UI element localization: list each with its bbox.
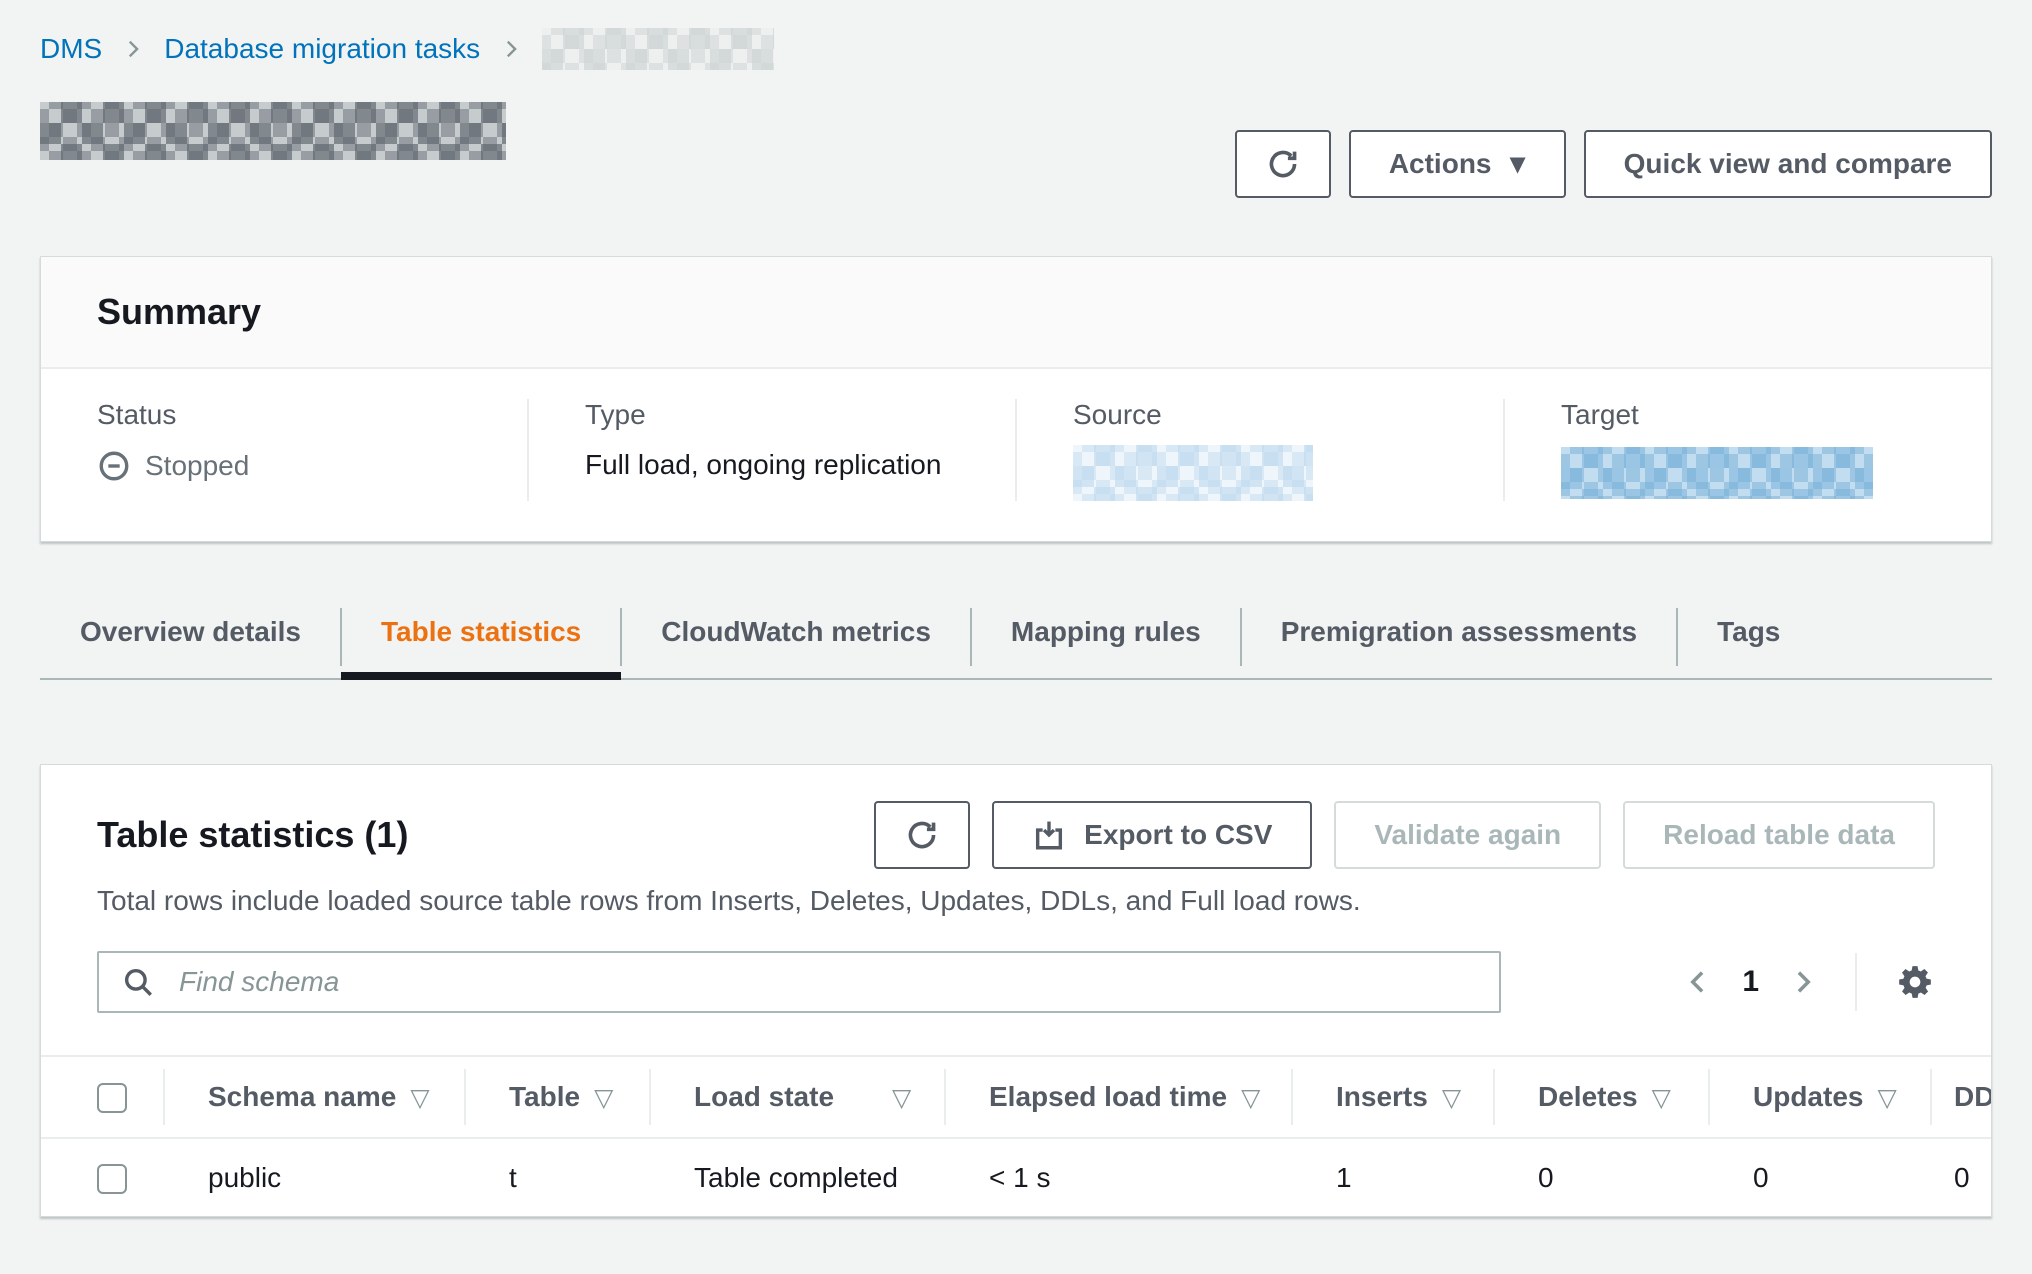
table-statistics-description: Total rows include loaded source table r… xyxy=(41,885,1991,917)
sort-icon: ▽ xyxy=(1877,1083,1896,1112)
table-statistics-table: Schema name▽ Table▽ Load state▽ Elapsed … xyxy=(41,1055,1991,1216)
schema-search xyxy=(97,951,1501,1013)
tab-cloudwatch-metrics[interactable]: CloudWatch metrics xyxy=(621,602,971,678)
tab-premigration-assessments[interactable]: Premigration assessments xyxy=(1241,602,1677,678)
refresh-icon xyxy=(903,816,941,854)
pager-divider xyxy=(1855,953,1857,1011)
breadcrumb: DMS Database migration tasks xyxy=(40,28,1992,70)
table-statistics-title: Table statistics (1) xyxy=(97,814,408,856)
table-header-row: Schema name▽ Table▽ Load state▽ Elapsed … xyxy=(41,1056,1992,1138)
refresh-button[interactable] xyxy=(1235,130,1331,198)
cell-deletes: 0 xyxy=(1493,1138,1708,1216)
summary-grid: Status Stopped Type Full load, ongoing r… xyxy=(41,369,1991,541)
row-select-cell xyxy=(41,1138,163,1216)
source-label: Source xyxy=(1073,399,1473,431)
sort-icon: ▽ xyxy=(410,1083,429,1112)
row-checkbox[interactable] xyxy=(97,1164,127,1194)
breadcrumb-current-redacted xyxy=(542,28,774,70)
reload-table-data-button[interactable]: Reload table data xyxy=(1623,801,1935,869)
type-value: Full load, ongoing replication xyxy=(585,449,941,481)
preferences-gear-button[interactable] xyxy=(1895,962,1935,1002)
reload-table-data-label: Reload table data xyxy=(1663,819,1895,851)
sort-icon: ▽ xyxy=(1652,1083,1671,1112)
column-header-deletes[interactable]: Deletes▽ xyxy=(1493,1056,1708,1138)
header-actions: Actions ▼ Quick view and compare xyxy=(1235,130,1992,198)
cell-schema-name: public xyxy=(163,1138,464,1216)
export-to-csv-label: Export to CSV xyxy=(1084,819,1272,851)
status-value: Stopped xyxy=(145,450,249,482)
page-title-redacted xyxy=(40,102,506,160)
cell-table: t xyxy=(464,1138,649,1216)
type-label: Type xyxy=(585,399,985,431)
tab-overview-details[interactable]: Overview details xyxy=(40,602,341,678)
tab-tags[interactable]: Tags xyxy=(1677,602,1820,678)
column-header-elapsed-load-time[interactable]: Elapsed load time▽ xyxy=(944,1056,1291,1138)
dms-task-page: { "colors": { "accent_orange": "#ec7211"… xyxy=(0,0,2032,1274)
summary-field-target: Target xyxy=(1503,399,1991,501)
sort-icon: ▽ xyxy=(594,1083,613,1112)
export-to-csv-button[interactable]: Export to CSV xyxy=(992,801,1312,869)
quick-view-compare-button[interactable]: Quick view and compare xyxy=(1584,130,1992,198)
actions-button[interactable]: Actions ▼ xyxy=(1349,130,1566,198)
cell-inserts: 1 xyxy=(1291,1138,1493,1216)
chevron-right-icon xyxy=(500,38,522,60)
caret-down-icon: ▼ xyxy=(1510,154,1526,175)
current-page-number[interactable]: 1 xyxy=(1742,965,1759,999)
table-refresh-button[interactable] xyxy=(874,801,970,869)
cell-ddls: 0 xyxy=(1930,1138,1992,1216)
column-header-table[interactable]: Table▽ xyxy=(464,1056,649,1138)
sort-icon: ▽ xyxy=(892,1083,911,1112)
validate-again-button[interactable]: Validate again xyxy=(1334,801,1601,869)
target-label: Target xyxy=(1561,399,1961,431)
breadcrumb-link-tasks[interactable]: Database migration tasks xyxy=(164,33,480,65)
breadcrumb-link-dms[interactable]: DMS xyxy=(40,33,102,65)
summary-field-source: Source xyxy=(1015,399,1503,501)
sort-icon: ▽ xyxy=(1241,1083,1260,1112)
summary-field-type: Type Full load, ongoing replication xyxy=(527,399,1015,501)
column-header-inserts[interactable]: Inserts▽ xyxy=(1291,1056,1493,1138)
cell-load-state: Table completed xyxy=(649,1138,944,1216)
table-row: public t Table completed < 1 s 1 0 0 0 xyxy=(41,1138,1992,1216)
column-header-updates[interactable]: Updates▽ xyxy=(1708,1056,1930,1138)
column-header-load-state[interactable]: Load state▽ xyxy=(649,1056,944,1138)
cell-updates: 0 xyxy=(1708,1138,1930,1216)
column-header-schema-name[interactable]: Schema name▽ xyxy=(163,1056,464,1138)
table-statistics-actions: Export to CSV Validate again Reload tabl… xyxy=(874,801,1935,869)
page-header: Actions ▼ Quick view and compare xyxy=(40,100,1992,200)
quick-view-label: Quick view and compare xyxy=(1624,148,1952,180)
chevron-right-icon xyxy=(122,38,144,60)
tab-table-statistics[interactable]: Table statistics xyxy=(341,602,621,678)
summary-field-status: Status Stopped xyxy=(41,399,527,501)
select-all-cell xyxy=(41,1056,163,1138)
download-icon xyxy=(1032,818,1066,852)
select-all-checkbox[interactable] xyxy=(97,1083,127,1113)
validate-again-label: Validate again xyxy=(1374,819,1561,851)
sort-icon: ▽ xyxy=(1442,1083,1461,1112)
status-label: Status xyxy=(97,399,497,431)
previous-page-button[interactable] xyxy=(1684,968,1712,996)
summary-card: Summary Status Stopped Type Full load, o… xyxy=(40,256,1992,542)
tab-mapping-rules[interactable]: Mapping rules xyxy=(971,602,1241,678)
column-header-ddls[interactable]: DDLs▽ xyxy=(1930,1056,1992,1138)
pagination: 1 xyxy=(1684,953,1935,1011)
summary-card-header: Summary xyxy=(41,257,1991,369)
cell-elapsed-load-time: < 1 s xyxy=(944,1138,1291,1216)
stopped-icon xyxy=(97,449,131,483)
gear-icon xyxy=(1895,962,1935,1002)
next-page-button[interactable] xyxy=(1789,968,1817,996)
schema-search-input[interactable] xyxy=(97,951,1501,1013)
table-statistics-card: Table statistics (1) xyxy=(40,764,1992,1217)
source-link-redacted[interactable] xyxy=(1073,445,1313,501)
actions-button-label: Actions xyxy=(1389,148,1492,180)
target-link-redacted[interactable] xyxy=(1561,447,1873,499)
summary-title: Summary xyxy=(97,291,1935,333)
refresh-icon xyxy=(1264,145,1302,183)
task-detail-tabs: Overview details Table statistics CloudW… xyxy=(40,602,1992,680)
